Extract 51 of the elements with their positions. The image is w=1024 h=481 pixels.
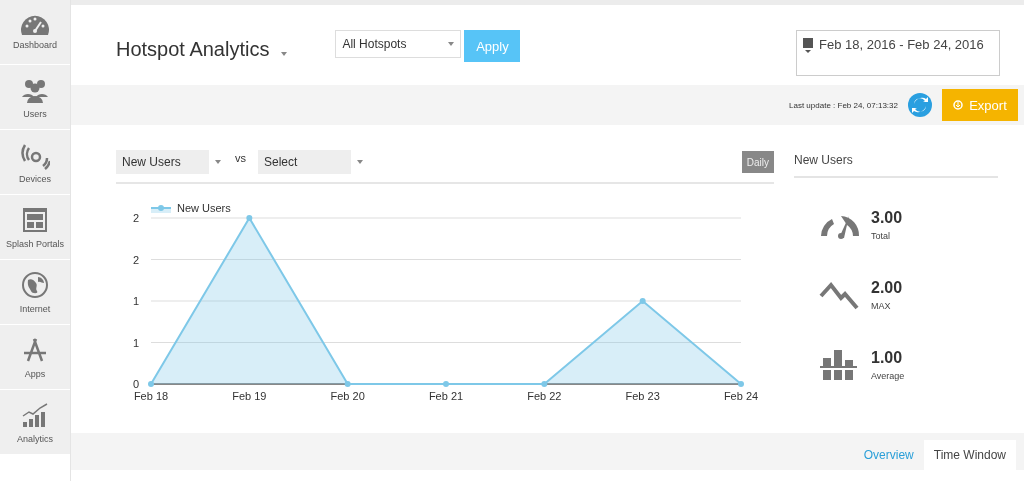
web-page-icon — [20, 205, 50, 235]
data-point — [738, 381, 744, 387]
stat-label: MAX — [871, 301, 892, 311]
date-range-field[interactable]: Feb 18, 2016 - Feb 24, 2016 — [796, 30, 1000, 76]
y-tick-label: 2 — [132, 253, 139, 266]
x-tick-label: Feb 21 — [428, 390, 464, 402]
data-point — [639, 298, 646, 304]
hotspot-select[interactable]: All Hotspots — [335, 30, 462, 58]
speedometer-icon — [20, 14, 50, 36]
stat-value: 2.00 — [871, 279, 903, 297]
legend-label: New Users — [177, 202, 231, 214]
x-tick-label: Feb 24 — [723, 390, 759, 402]
stat-value: 3.00 — [871, 209, 903, 227]
data-point — [148, 381, 154, 387]
y-tick-label: 1 — [132, 336, 139, 349]
calendar-icon — [803, 37, 813, 53]
x-tick-label: Feb 18 — [133, 390, 169, 402]
y-tick-label: 1 — [132, 295, 139, 307]
data-point — [443, 381, 449, 387]
x-tick-label: Feb 19 — [232, 390, 267, 402]
sidebar-item[interactable]: Analytics — [0, 390, 70, 454]
y-tick-label: 2 — [132, 212, 139, 224]
last-update-text: Last update : Feb 24, 07:13:32 — [789, 100, 898, 110]
stat-label: Average — [871, 371, 905, 381]
tab[interactable]: Time Window — [923, 440, 1016, 470]
metric-select[interactable]: New Users — [116, 150, 209, 174]
sidebar-item[interactable]: Apps — [0, 325, 70, 389]
bar-chart-icon — [20, 400, 50, 430]
sidebar-item[interactable]: Internet — [0, 260, 70, 324]
page-title: Hotspot Analytics — [116, 38, 270, 61]
vs-label: vs — [235, 152, 246, 164]
x-tick-label: Feb 22 — [527, 390, 562, 402]
stat-label: Total — [871, 231, 891, 241]
y-tick-label: 0 — [132, 378, 139, 390]
caret-icon[interactable] — [281, 52, 288, 56]
legend-marker — [150, 205, 172, 213]
summary-title: New Users — [794, 153, 998, 178]
globe-icon — [20, 270, 50, 300]
stat-value: 1.00 — [871, 349, 904, 367]
refresh-icon[interactable] — [908, 93, 932, 117]
x-tick-label: Feb 20 — [330, 390, 365, 402]
compare-select[interactable]: Select — [258, 150, 351, 174]
sidebar-item[interactable]: Dashboard — [0, 0, 70, 64]
data-point — [344, 381, 351, 387]
data-point — [541, 381, 548, 387]
download-icon — [953, 100, 964, 110]
sidebar-item[interactable]: Splash Portals — [0, 195, 70, 259]
sidebar-item[interactable]: Devices — [0, 130, 70, 194]
data-point — [246, 215, 253, 221]
x-tick-label: Feb 23 — [625, 390, 660, 402]
sidebar-item[interactable]: Users — [0, 65, 70, 129]
